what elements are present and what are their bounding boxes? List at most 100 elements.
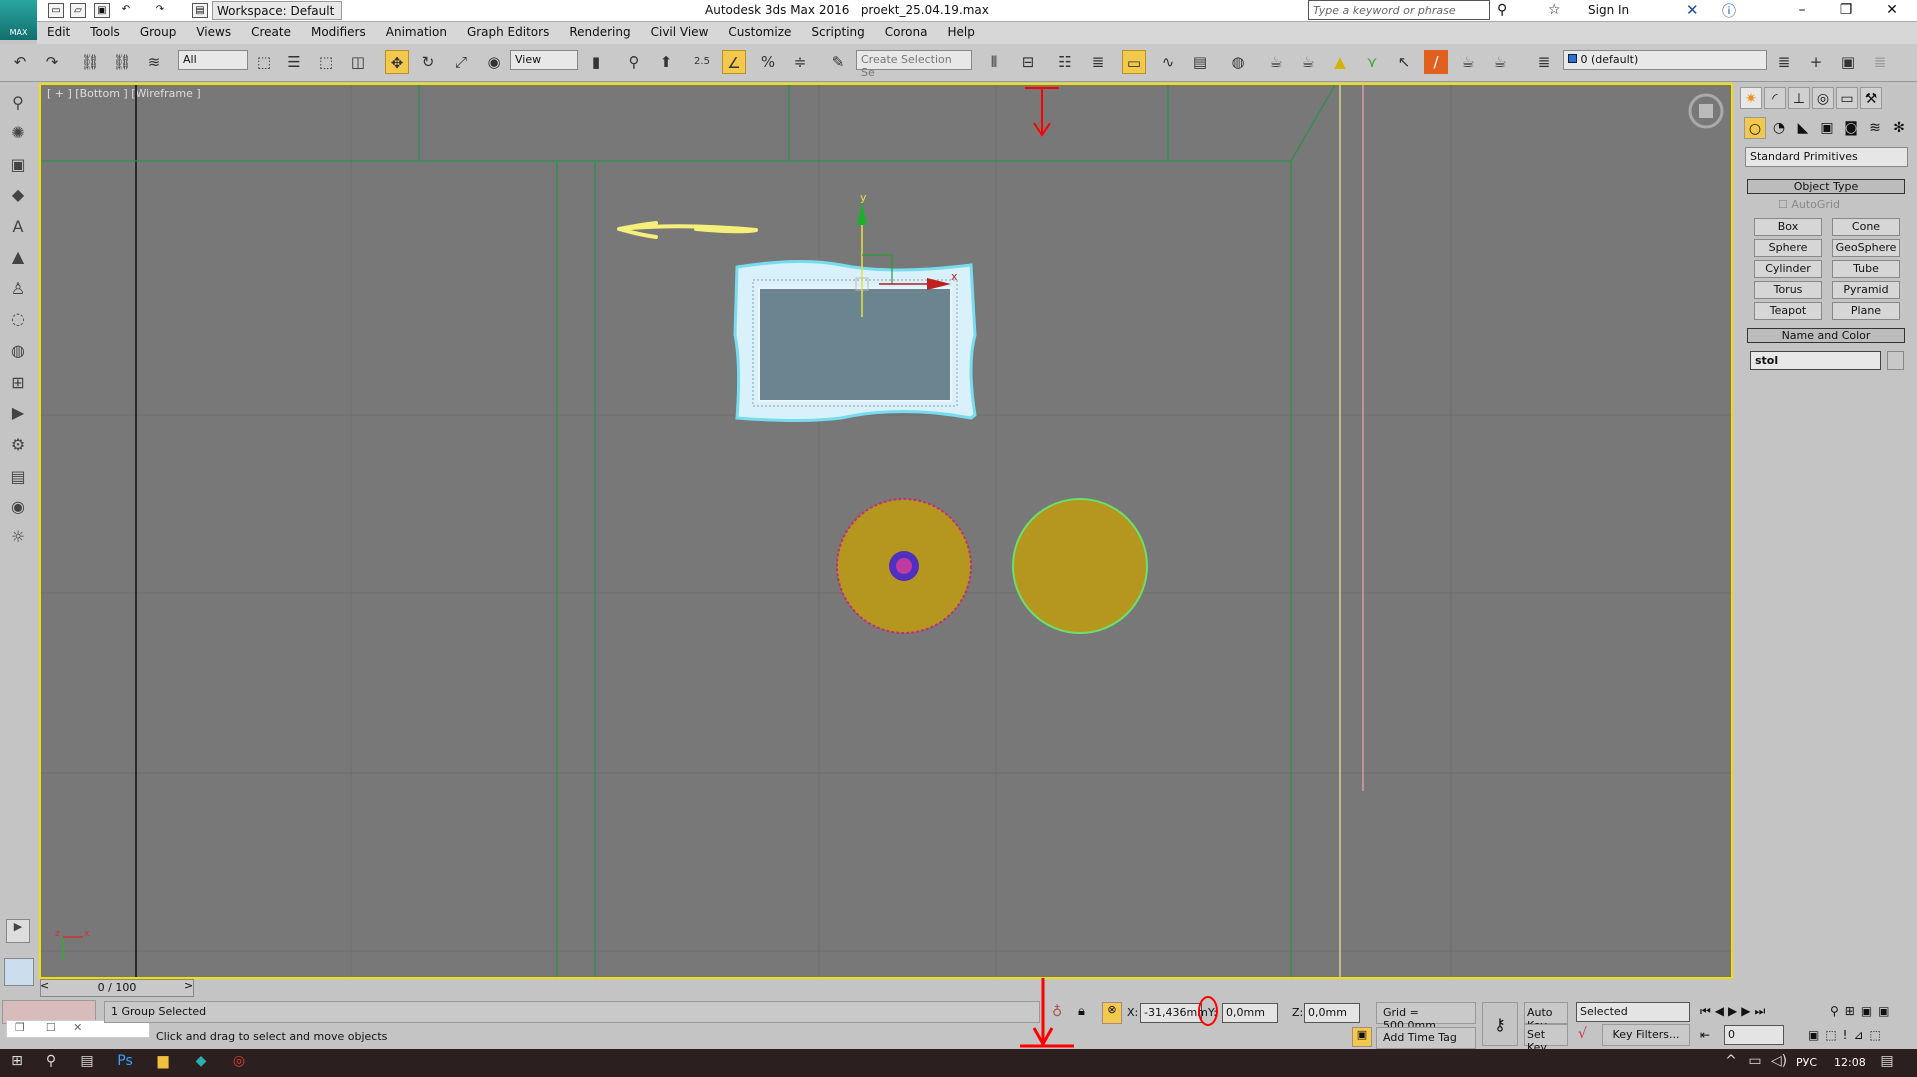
corona-icon[interactable]: / bbox=[1424, 50, 1448, 74]
current-frame-input[interactable]: 0 bbox=[1724, 1025, 1784, 1045]
app-menu-logo[interactable]: MAX bbox=[0, 0, 37, 40]
place-icon[interactable]: ◉ bbox=[482, 50, 506, 74]
create-tab-icon[interactable]: ✷ bbox=[1740, 87, 1762, 109]
layer-explorer-icon[interactable]: ≣ bbox=[1086, 50, 1110, 74]
select-and-move-icon[interactable]: ✥ bbox=[385, 50, 409, 74]
select-manipulate-icon[interactable]: ⚲ bbox=[622, 50, 646, 74]
reference-coordinate-dropdown[interactable]: View bbox=[510, 50, 578, 70]
menu-group[interactable]: Group bbox=[130, 22, 187, 44]
select-and-scale-icon[interactable]: ⤢ bbox=[449, 50, 473, 74]
save-icon[interactable]: ▣ bbox=[94, 3, 110, 18]
systems-icon[interactable]: ✻ bbox=[1888, 117, 1910, 139]
helpers-icon[interactable]: ◙ bbox=[1840, 117, 1862, 139]
keyboard-shortcut-override-icon[interactable]: ⬆ bbox=[654, 50, 678, 74]
category-dropdown[interactable]: Standard Primitives bbox=[1745, 147, 1908, 167]
time-tag-icon[interactable]: ▣ bbox=[1352, 1027, 1372, 1047]
menu-edit[interactable]: Edit bbox=[37, 22, 80, 44]
selection-filter-dropdown[interactable]: All bbox=[178, 50, 248, 70]
render-frame-icon[interactable]: ☕ bbox=[1456, 50, 1480, 74]
redo-icon[interactable]: ↷ bbox=[40, 50, 64, 74]
viewport-nav-controls-2[interactable]: ▣⬚!⊿⬚ bbox=[1808, 1028, 1887, 1042]
panel-icon[interactable]: ▤ bbox=[6, 467, 30, 491]
chrome-icon[interactable]: ◎ bbox=[228, 1053, 250, 1073]
helpers-icon[interactable]: ⚙ bbox=[6, 435, 30, 459]
layer-dropdown[interactable]: 0 (default) bbox=[1563, 50, 1767, 70]
task-view-icon[interactable]: ▤ bbox=[76, 1053, 98, 1073]
plane-button[interactable]: Plane bbox=[1832, 302, 1900, 320]
network-icon[interactable]: ▭ bbox=[1744, 1053, 1766, 1073]
space-warps-icon[interactable]: ≋ bbox=[1864, 117, 1886, 139]
favorites-star-icon[interactable]: ☆ bbox=[1548, 2, 1561, 18]
object-name-input[interactable]: stol bbox=[1750, 351, 1881, 370]
name-and-color-rollout-header[interactable]: Name and Color bbox=[1747, 328, 1905, 343]
playback-controls[interactable]: ⏮◀▶▶⏭ bbox=[1700, 1004, 1769, 1019]
binoculars-icon[interactable]: ⚲ bbox=[1497, 2, 1507, 18]
set-current-layer-icon[interactable]: ≣ bbox=[1868, 50, 1892, 74]
set-key-mode-icon[interactable]: ⚷ bbox=[1482, 1002, 1518, 1046]
display-tab-icon[interactable]: ▭ bbox=[1836, 87, 1858, 109]
double-chevron-icon[interactable]: ⋎ bbox=[1360, 50, 1384, 74]
restore-button[interactable]: ❐ bbox=[1824, 0, 1868, 20]
menu-scripting[interactable]: Scripting bbox=[801, 22, 874, 44]
cylinder-button[interactable]: Cylinder bbox=[1754, 260, 1822, 278]
workspace-dropdown[interactable]: Workspace: Default bbox=[212, 1, 342, 20]
render-iterative-icon[interactable]: ☕ bbox=[1488, 50, 1512, 74]
mini-listener-box[interactable] bbox=[4, 958, 34, 986]
new-layer-icon[interactable]: ≣ bbox=[1772, 50, 1796, 74]
spinner-snap-icon[interactable]: ≑ bbox=[788, 50, 812, 74]
menu-graph-editors[interactable]: Graph Editors bbox=[457, 22, 559, 44]
schematic-view-icon[interactable]: ▤ bbox=[1188, 50, 1212, 74]
toggle-ribbon-icon[interactable]: ▭ bbox=[1122, 50, 1146, 74]
sphere-button[interactable]: Sphere bbox=[1754, 239, 1822, 257]
sun-icon[interactable]: ✺ bbox=[6, 123, 30, 147]
lights-icon[interactable]: ◣ bbox=[1792, 117, 1814, 139]
key-filters-button[interactable]: Key Filters... bbox=[1602, 1024, 1690, 1046]
select-and-rotate-icon[interactable]: ↻ bbox=[416, 50, 440, 74]
geosphere-button[interactable]: GeoSphere bbox=[1832, 239, 1900, 257]
key-mode-toggle-icon[interactable]: ⇤ bbox=[1700, 1028, 1710, 1042]
scene-explorer-icon[interactable]: ☷ bbox=[1053, 50, 1077, 74]
undo-icon[interactable]: ↶ bbox=[8, 50, 32, 74]
sign-in-button[interactable]: Sign In bbox=[1588, 3, 1629, 17]
set-key-button[interactable]: Set Key bbox=[1524, 1024, 1568, 1054]
exchange-x-icon[interactable]: ✕ bbox=[1686, 1, 1699, 19]
link-icon[interactable]: ⛓ bbox=[78, 50, 102, 74]
3dsmax-taskbar-icon[interactable]: ◆ bbox=[190, 1053, 212, 1073]
align-icon[interactable]: ⊟ bbox=[1016, 50, 1040, 74]
close-button[interactable]: ✕ bbox=[1870, 0, 1914, 20]
menu-create[interactable]: Create bbox=[241, 22, 301, 44]
bone-icon[interactable]: ♙ bbox=[6, 279, 30, 303]
snaps-toggle-icon[interactable]: 2.5 bbox=[690, 50, 714, 74]
menu-modifiers[interactable]: Modifiers bbox=[301, 22, 376, 44]
time-slider-next-icon[interactable]: > bbox=[184, 979, 193, 992]
object-color-swatch[interactable] bbox=[1887, 351, 1904, 370]
add-to-layer-icon[interactable]: + bbox=[1804, 50, 1828, 74]
select-by-name-icon[interactable]: ☰ bbox=[282, 50, 306, 74]
rectangular-selection-icon[interactable]: ⬚ bbox=[314, 50, 338, 74]
mirror-icon[interactable]: ⫴ bbox=[982, 50, 1006, 74]
bind-space-warp-icon[interactable]: ≋ bbox=[142, 50, 166, 74]
photoshop-icon[interactable]: Ps bbox=[114, 1053, 136, 1073]
box-button[interactable]: Box bbox=[1754, 218, 1822, 236]
utilities-tab-icon[interactable]: ⚒ bbox=[1860, 87, 1882, 109]
material-editor-icon[interactable]: ◍ bbox=[1226, 50, 1250, 74]
menu-corona[interactable]: Corona bbox=[875, 22, 938, 44]
light-bulb-icon[interactable]: ☼ bbox=[6, 527, 30, 551]
z-coordinate-input[interactable]: 0,0mm bbox=[1304, 1003, 1360, 1023]
cone-icon[interactable]: ▲ bbox=[6, 247, 30, 271]
time-slider-prev-icon[interactable]: < bbox=[40, 979, 49, 992]
render-setup-icon[interactable]: ☕ bbox=[1264, 50, 1288, 74]
search-icon[interactable]: ⚲ bbox=[40, 1053, 62, 1073]
text-icon[interactable]: A bbox=[6, 217, 30, 241]
unlink-icon[interactable]: ⛓ bbox=[110, 50, 134, 74]
redo-icon[interactable]: ↷ bbox=[152, 3, 168, 18]
absolute-mode-icon[interactable]: ⊗ bbox=[1102, 1002, 1122, 1024]
minimize-button[interactable]: – bbox=[1780, 0, 1824, 20]
tangent-icon[interactable]: √ bbox=[1578, 1026, 1587, 1042]
pyramid-button[interactable]: Pyramid bbox=[1832, 281, 1900, 299]
notifications-icon[interactable]: ▤ bbox=[1876, 1053, 1898, 1073]
warning-icon[interactable]: ▲ bbox=[1328, 50, 1352, 74]
motion-tab-icon[interactable]: ◎ bbox=[1812, 87, 1834, 109]
eye-icon[interactable]: ◉ bbox=[6, 497, 30, 521]
menu-civil-view[interactable]: Civil View bbox=[641, 22, 719, 44]
